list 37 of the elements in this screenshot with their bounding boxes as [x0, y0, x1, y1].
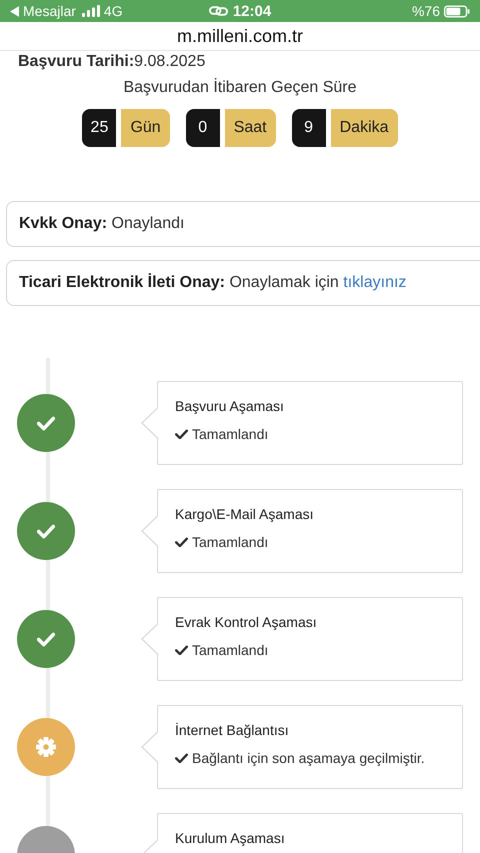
application-date: Başvuru Tarihi:9.08.2025	[18, 53, 206, 71]
step-note: Bağlantı için son aşamaya geçilmiştir.	[192, 750, 425, 766]
check-icon	[175, 429, 188, 439]
check-icon	[175, 753, 188, 763]
battery-percent: %76	[412, 3, 440, 19]
step-note: Tamamlandı	[192, 642, 268, 658]
countdown-value: 0	[186, 109, 220, 147]
back-arrow-icon[interactable]	[10, 6, 19, 16]
countdown-unit: Dakika	[330, 109, 398, 147]
step-title: Başvuru Aşaması	[175, 398, 285, 414]
clock-time: 12:04	[232, 2, 272, 20]
countdown-unit: Saat	[224, 109, 276, 147]
url-text[interactable]: m.milleni.com.tr	[176, 26, 303, 46]
network-type: 4G	[104, 3, 123, 19]
approval-text: Kvkk Onay: Onaylandı	[19, 215, 184, 233]
countdown-unit: Gün	[121, 109, 170, 147]
signal-icon	[82, 5, 100, 17]
step-title: Kargo\E-Mail Aşaması	[175, 506, 314, 522]
step-title: Kurulum Aşaması	[175, 830, 286, 846]
check-icon	[37, 523, 55, 539]
gear-icon	[36, 737, 56, 757]
step-title: Evrak Kontrol Aşaması	[175, 614, 318, 630]
check-icon	[37, 415, 55, 431]
back-label[interactable]: Mesajlar	[23, 3, 76, 19]
check-icon	[37, 631, 55, 647]
check-icon	[175, 645, 188, 655]
battery-icon	[444, 4, 470, 18]
countdown-value: 9	[292, 109, 326, 147]
step-note: Tamamlandı	[192, 426, 268, 442]
approval-text: Ticari Elektronik İleti Onay: Onaylamak için tıklayınız	[19, 274, 406, 292]
step-title: İnternet Bağlantısı	[175, 722, 290, 738]
link-icon	[208, 5, 228, 17]
approve-link[interactable]: tıklayınız	[343, 274, 406, 291]
check-icon	[175, 537, 188, 547]
elapsed-title: Başvurudan İtibaren Geçen Süre	[122, 79, 358, 97]
countdown-value: 25	[82, 109, 116, 147]
step-note: Tamamlandı	[192, 534, 268, 550]
